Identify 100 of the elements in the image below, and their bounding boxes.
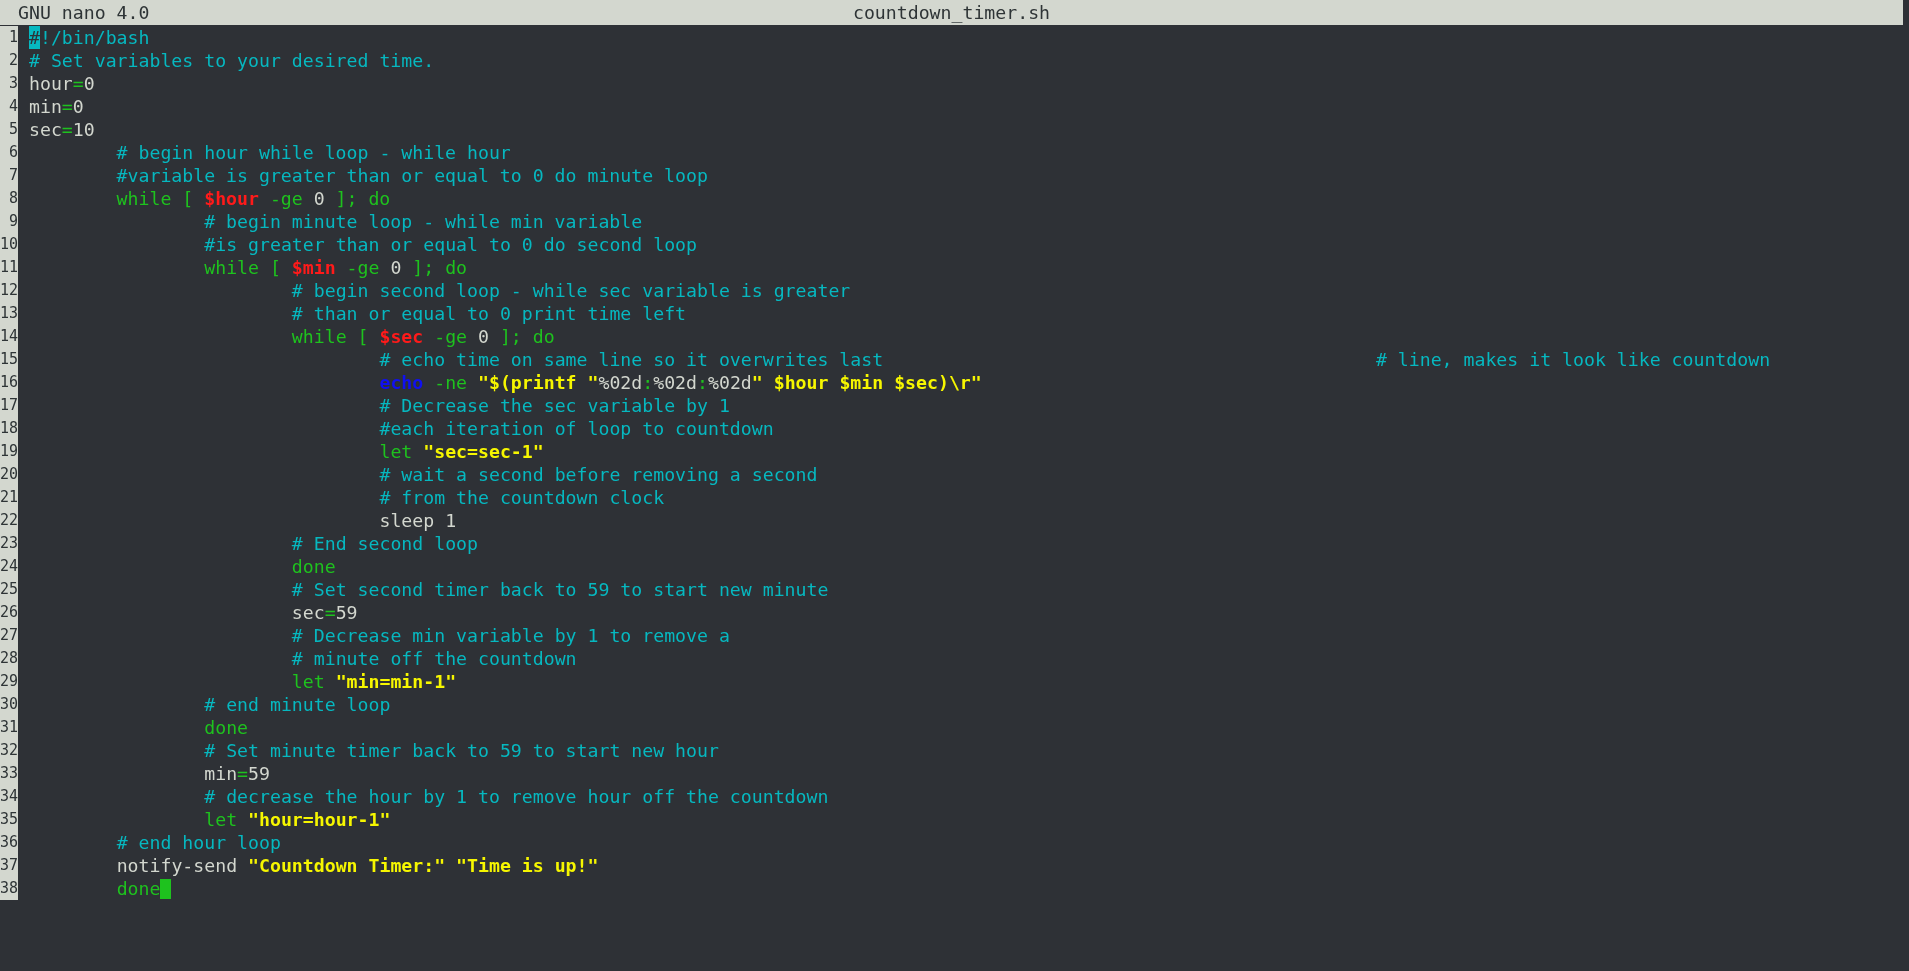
line-number: 5 [0,118,18,141]
code-comment: # Set variables to your desired time. [29,49,435,72]
line-number: 11 [0,256,19,279]
code-string: "Time is up!" [455,854,599,877]
code-comment: # Decrease min variable by 1 to remove a [291,624,730,647]
line-number: 19 [0,440,19,463]
code-comment: # end minute loop [204,693,391,716]
line-number: 30 [0,693,19,716]
code-comment: # minute off the countdown [291,647,577,670]
code-keyword: while [ [204,256,281,279]
code-comment: # line, makes it look like countdown [1375,348,1771,371]
line-number: 2 [0,49,18,72]
code-comment: # decrease the hour by 1 to remove hour off the countdown [204,785,829,808]
line-number: 38 [0,877,19,900]
code-keyword: -ne [433,371,468,394]
line-number: 37 [0,854,19,877]
code-keyword: let [291,670,325,693]
code-comment: # Set minute timer back to 59 to start new hour [204,739,719,762]
code-string: "sec=sec-1" [422,440,544,463]
code-comment: # Set second timer back to 59 to start new minute [291,578,829,601]
line-number: 25 [0,578,19,601]
code-keyword: = [237,762,249,785]
code-comment: # than or equal to 0 print time left [291,302,687,325]
line-number: 33 [0,762,19,785]
code-builtin: echo [379,371,424,394]
highlighted-character: # [29,26,40,49]
code-comment: !/bin/bash [39,26,150,49]
line-number: 9 [0,210,18,233]
code-keyword: let [204,808,238,831]
line-number: 23 [0,532,19,555]
code-keyword: let [379,440,413,463]
code-keyword: : [697,371,708,394]
code-keyword: while [ [116,187,194,210]
code-keyword: -ge [268,187,303,210]
code-string: "min=min-1" [334,670,457,693]
code-keyword: while [ [291,325,369,348]
line-number: 28 [0,647,19,670]
code-text: 59 [335,601,358,624]
code-keyword: : [642,371,654,394]
code-string: "Countdown Timer:" [247,854,446,877]
code-text: 59 [248,762,270,785]
code-text: sleep 1 [379,509,457,532]
line-number: 20 [0,463,19,486]
code-comment: #variable is greater than or equal to 0 do minute loop [116,164,708,187]
code-string: "$(printf " [477,371,599,394]
code-comment: # end hour loop [116,831,281,854]
code-text: sec [291,601,325,624]
code-text: hour [29,72,73,95]
line-number: 16 [0,371,19,394]
code-keyword: ]; do [498,325,555,348]
file-name: countdown_timer.sh [852,2,1051,23]
code-comment: #is greater than or equal to 0 do second loop [204,233,697,256]
line-number: 27 [0,624,19,647]
line-number: 18 [0,417,19,440]
editor-version: GNU nano 4.0 [17,2,150,23]
code-keyword: = [61,118,73,141]
line-number: 24 [0,555,19,578]
line-number: 4 [0,95,18,118]
code-keyword: -ge [433,325,468,348]
code-keyword: done [291,555,336,578]
line-number: 6 [0,141,18,164]
code-keyword: ]; do [334,187,391,210]
code-text: %02d [653,371,698,394]
code-keyword: -ge [345,256,380,279]
code-comment: # End second loop [291,532,478,555]
code-text: min [204,762,238,785]
code-keyword: done [116,877,161,900]
code-variable: $sec [378,325,424,348]
line-number: 10 [0,233,19,256]
line-number: 26 [0,601,19,624]
line-number: 12 [0,279,19,302]
code-comment: #each iteration of loop to countdown [379,417,774,440]
line-number: 8 [0,187,18,210]
code-text: 10 [72,118,95,141]
code-string: " $hour $min $sec)\r" [751,371,982,394]
code-text: %02d [598,371,643,394]
code-text: min [29,95,62,118]
line-number: 15 [0,348,19,371]
code-variable: $min [290,256,336,279]
code-text: notify-send [116,854,238,877]
code-string: "hour=hour-1" [247,808,391,831]
line-number: 17 [0,394,19,417]
code-text: 0 [72,95,84,118]
code-text: 0 [389,256,402,279]
code-keyword: = [61,95,73,118]
line-number: 7 [0,164,18,187]
code-text: 0 [477,325,489,348]
code-comment: # from the countdown clock [379,486,665,509]
line-number: 29 [0,670,19,693]
code-keyword: = [324,601,336,624]
code-text: sec [29,118,62,141]
line-number: 22 [0,509,19,532]
code-keyword: done [204,716,249,739]
line-number: 36 [0,831,19,854]
code-comment: # begin minute loop - while min variable [204,210,643,233]
line-number: 32 [0,739,19,762]
code-comment: # wait a second before removing a second [379,463,818,486]
line-number: 31 [0,716,19,739]
line-number: 34 [0,785,19,808]
code-text: 0 [83,72,95,95]
